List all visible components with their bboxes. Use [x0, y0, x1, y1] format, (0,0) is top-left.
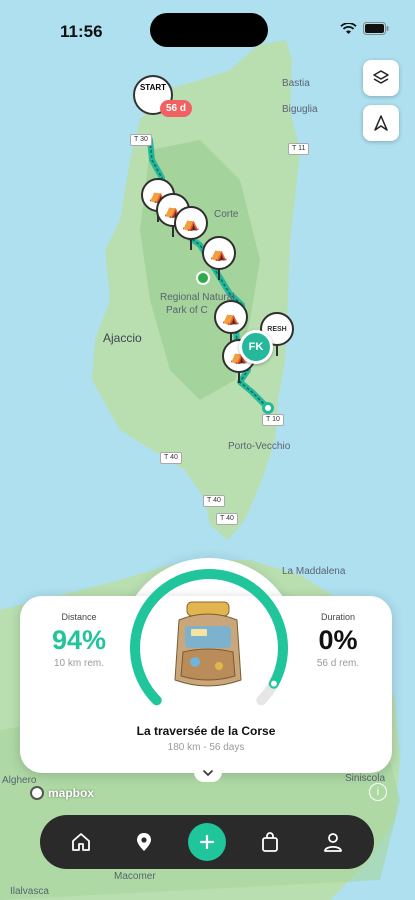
mapbox-logo-text: mapbox: [48, 786, 95, 800]
end-marker[interactable]: [262, 402, 274, 414]
map-label-ajaccio: Ajaccio: [103, 331, 142, 345]
nav-profile-button[interactable]: [314, 823, 352, 861]
home-icon: [72, 833, 91, 851]
days-badge: 56 d: [160, 100, 193, 117]
map-label-ilalvasca: Ilalvasca: [10, 886, 49, 897]
road-shield: T 40: [203, 495, 225, 507]
campsite-icon: ⛺: [210, 244, 228, 261]
duration-value: 0%: [318, 625, 358, 655]
distance-label: Distance: [61, 612, 97, 622]
backpack-illustration: [174, 601, 242, 687]
stage-marker[interactable]: ⛺: [202, 236, 236, 280]
start-marker-label: START: [139, 83, 167, 92]
shopping-bag-icon: [261, 832, 278, 852]
fresh-marker-label: RESH: [267, 325, 287, 333]
map-label-porto-vecchio: Porto-Vecchio: [228, 441, 291, 452]
mapbox-attribution[interactable]: mapbox: [30, 786, 94, 800]
distance-remaining: 10 km rem.: [53, 658, 104, 669]
bottom-nav: [40, 815, 374, 869]
dynamic-island: [150, 13, 268, 47]
distance-value: 94%: [51, 625, 107, 655]
stage-marker[interactable]: ⛺: [214, 300, 248, 344]
road-shield: T 10: [262, 414, 284, 426]
campsite-icon: ⛺: [222, 308, 240, 325]
road-shield: T 11: [288, 143, 310, 155]
map-layers-button[interactable]: [363, 60, 399, 96]
road-shield: T 30: [130, 134, 152, 146]
battery-icon: [363, 22, 389, 35]
map-label-alghero: Alghero: [2, 775, 37, 786]
map-label-biguglia: Biguglia: [282, 104, 318, 115]
map-locate-button[interactable]: [363, 105, 399, 141]
map-label-corte: Corte: [214, 209, 239, 220]
current-position-marker[interactable]: FK: [239, 330, 273, 364]
layers-icon: [373, 70, 389, 84]
nav-map-button[interactable]: [125, 823, 163, 861]
nav-home-button[interactable]: [62, 823, 100, 861]
mapbox-logo-icon: [30, 786, 44, 800]
profile-icon: [323, 833, 342, 852]
expand-card-button[interactable]: [194, 764, 222, 782]
road-shield: T 40: [216, 513, 238, 525]
map-label-park-line2: Park of C: [166, 305, 208, 316]
road-shield: T 40: [160, 452, 182, 464]
status-icons: [340, 22, 389, 35]
location-pin-icon: [137, 833, 152, 851]
wifi-icon: [340, 22, 357, 34]
duration-remaining: 56 d rem.: [316, 658, 360, 669]
duration-label: Duration: [320, 612, 356, 622]
nav-shop-button[interactable]: [251, 823, 289, 861]
nav-add-button[interactable]: [187, 823, 226, 861]
distance-stat: Distance 94% 10 km rem.: [38, 612, 120, 669]
add-icon: [199, 834, 215, 850]
stage-marker[interactable]: ⛺: [174, 206, 208, 250]
trip-subtitle: 180 km - 56 days: [167, 742, 245, 753]
duration-stat: Duration 0% 56 d rem.: [297, 612, 379, 669]
map-label-bastia: Bastia: [282, 78, 310, 89]
navigation-arrow-icon: [374, 115, 388, 131]
map-label-macomer: Macomer: [114, 871, 156, 882]
trip-title: La traversée de la Corse: [136, 724, 276, 738]
status-time: 11:56: [60, 22, 103, 41]
park-icon: [196, 271, 210, 285]
campsite-icon: ⛺: [182, 214, 200, 231]
chevron-down-icon: [203, 770, 213, 776]
map-info-icon[interactable]: i: [369, 783, 387, 801]
